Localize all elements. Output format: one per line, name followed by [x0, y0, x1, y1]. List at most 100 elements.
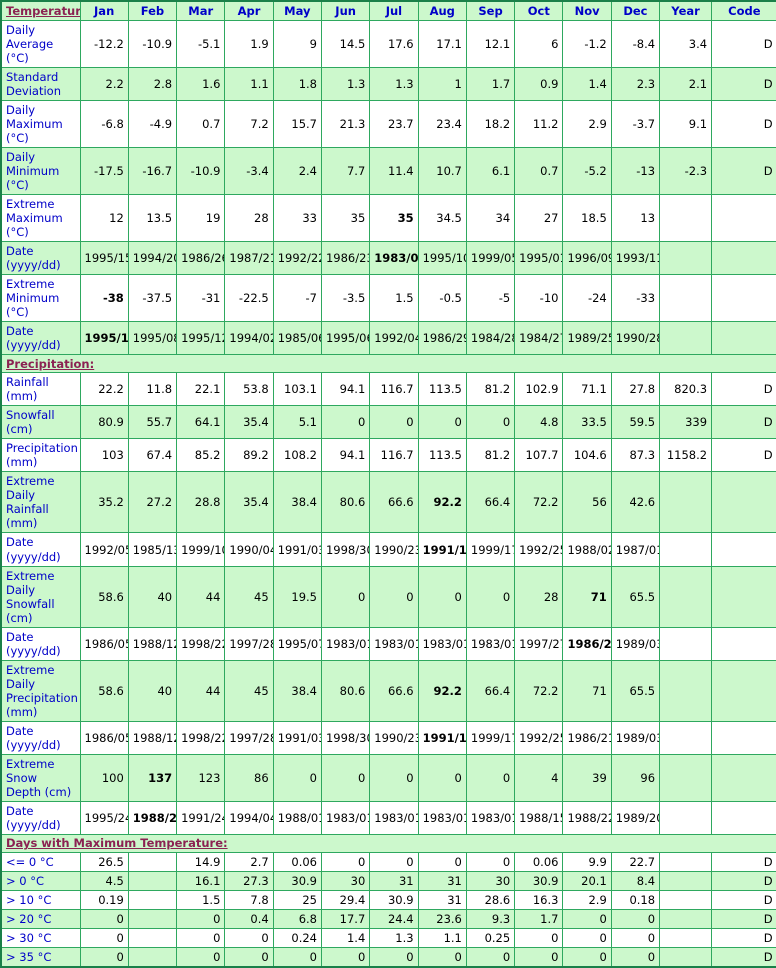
cell-apr: 1.9 [224, 19, 274, 69]
cell-feb: 1988/12 [127, 720, 178, 755]
cell-nov: 1996/09 [562, 241, 612, 276]
cell-oct: 72.2 [514, 659, 564, 722]
cell-sep: 6.1 [465, 147, 516, 196]
cell-dec: -33 [610, 274, 661, 323]
cell-mar: 22.1 [176, 372, 226, 407]
cell-jul: 0 [369, 405, 419, 440]
cell-year [659, 659, 713, 722]
cell-aug: 1991/19 [417, 532, 467, 567]
cell-jan: 1995/24 [79, 800, 129, 835]
cell-jan: 1986/05 [79, 626, 129, 661]
cell-jun: 0 [320, 753, 371, 802]
row-label: Rainfall (mm) [0, 372, 81, 407]
cell-sep: 66.4 [465, 471, 516, 534]
cell-may: 19.5 [272, 565, 322, 628]
cell-code [711, 274, 776, 323]
cell-mar: 1986/26 [176, 241, 226, 276]
cell-jan: 1995/15+ [79, 241, 129, 276]
cell-mar: 28.8 [176, 471, 226, 534]
section-header-row: Precipitation: [0, 354, 776, 374]
cell-jun: 21.3 [320, 100, 371, 149]
cell-oct: 0.06 [514, 851, 564, 872]
table-row: Extreme Minimum (°C) -38 -37.5 -31 -22.5 -7 -3… [0, 274, 776, 323]
cell-year: 9.1 [659, 100, 713, 149]
cell-may: 1988/01+ [272, 800, 322, 835]
cell-jan: 58.6 [79, 565, 129, 628]
cell-code: D [711, 67, 776, 102]
cell-mar: 0.7 [176, 100, 226, 149]
cell-jul: 1983/01+ [369, 800, 419, 835]
cell-code: D [711, 870, 776, 891]
cell-apr: 0 [224, 946, 274, 968]
section-title: Days with Maximum Temperature: [0, 833, 776, 853]
cell-mar: 64.1 [176, 405, 226, 440]
cell-jun: 1998/30 [320, 720, 371, 755]
cell-may: 2.4 [272, 147, 322, 196]
row-label: Date (yyyy/dd) [0, 241, 81, 276]
cell-jan: 12 [79, 194, 129, 243]
cell-aug: 0 [417, 946, 467, 968]
cell-dec: 0 [610, 908, 661, 929]
cell-jan: -38 [79, 274, 129, 323]
row-label: > 35 °C [0, 946, 81, 968]
cell-aug: 1983/01+ [417, 800, 467, 835]
cell-aug: 0 [417, 405, 467, 440]
cell-year [659, 532, 713, 567]
table-row: Date (yyyy/dd)1995/241988/211991/241994/… [0, 800, 776, 835]
row-label: > 30 °C [0, 927, 81, 948]
cell-may: 0.24 [272, 927, 322, 948]
cell-aug: 1995/10 [417, 241, 467, 276]
cell-jan: 0 [79, 946, 129, 968]
cell-jul: 1990/23 [369, 532, 419, 567]
cell-sep: 0 [465, 851, 516, 872]
cell-apr: 28 [224, 194, 274, 243]
table-row: <= 0 °C 26.5 14.9 2.7 0.06 0 0 0 0 0.06 9.9 22.7 D [0, 851, 776, 872]
cell-apr: 45 [224, 565, 274, 628]
cell-jul: 17.6 [369, 19, 419, 69]
cell-code: D [711, 372, 776, 407]
cell-feb: 1995/08 [127, 321, 178, 356]
column-header-may: May [272, 0, 322, 21]
row-label: Extreme Daily Rainfall (mm) [0, 471, 81, 534]
cell-apr: 27.3 [224, 870, 274, 891]
cell-mar: 1998/22 [176, 720, 226, 755]
cell-sep: 18.2 [465, 100, 516, 149]
table-row: Extreme Snow Depth (cm) 100 137 123 86 0 0 0 0 0 4… [0, 753, 776, 802]
cell-nov: 1989/25 [562, 321, 612, 356]
cell-jun: 30 [320, 870, 371, 891]
cell-feb: 1988/21 [127, 800, 178, 835]
cell-jun: 1983/01+ [320, 626, 371, 661]
cell-jul: 0 [369, 565, 419, 628]
cell-year: 1158.2 [659, 438, 713, 473]
cell-apr: 35.4 [224, 405, 274, 440]
cell-year [659, 800, 713, 835]
cell-dec: 1993/11 [610, 241, 661, 276]
cell-sep: 0 [465, 565, 516, 628]
cell-code: D [711, 889, 776, 910]
cell-may: 15.7 [272, 100, 322, 149]
row-label: Extreme Minimum (°C) [0, 274, 81, 323]
cell-jan: 1986/05 [79, 720, 129, 755]
cell-year [659, 946, 713, 968]
cell-mar: 44 [176, 565, 226, 628]
cell-mar: -31 [176, 274, 226, 323]
cell-dec: -3.7 [610, 100, 661, 149]
column-header-jul: Jul [369, 0, 419, 21]
row-label: Daily Maximum (°C) [0, 100, 81, 149]
cell-code: D [711, 438, 776, 473]
cell-jul: 1.3 [369, 67, 419, 102]
cell-may: 0 [272, 946, 322, 968]
cell-year [659, 565, 713, 628]
cell-jan: 0 [79, 908, 129, 929]
cell-apr: 45 [224, 659, 274, 722]
cell-oct: 1988/15 [514, 800, 564, 835]
cell-jun: 94.1 [320, 372, 371, 407]
table-row: Extreme Daily Rainfall (mm) 35.2 27.2 28.8 3… [0, 471, 776, 534]
column-header-oct: Oct [514, 0, 564, 21]
cell-feb: 67.4 [127, 438, 178, 473]
table-row: > 30 °C 0 0 0 0.24 1.4 1.3 1.1 0.25 0 0 0 D [0, 927, 776, 948]
header-row: Temperature: JanFebMarAprMayJunJulAugSep… [0, 0, 776, 21]
table-row: Date (yyyy/dd) 1986/05 1988/12 1998/22 1997/… [0, 626, 776, 661]
row-label: Daily Minimum (°C) [0, 147, 81, 196]
cell-aug: 1 [417, 67, 467, 102]
